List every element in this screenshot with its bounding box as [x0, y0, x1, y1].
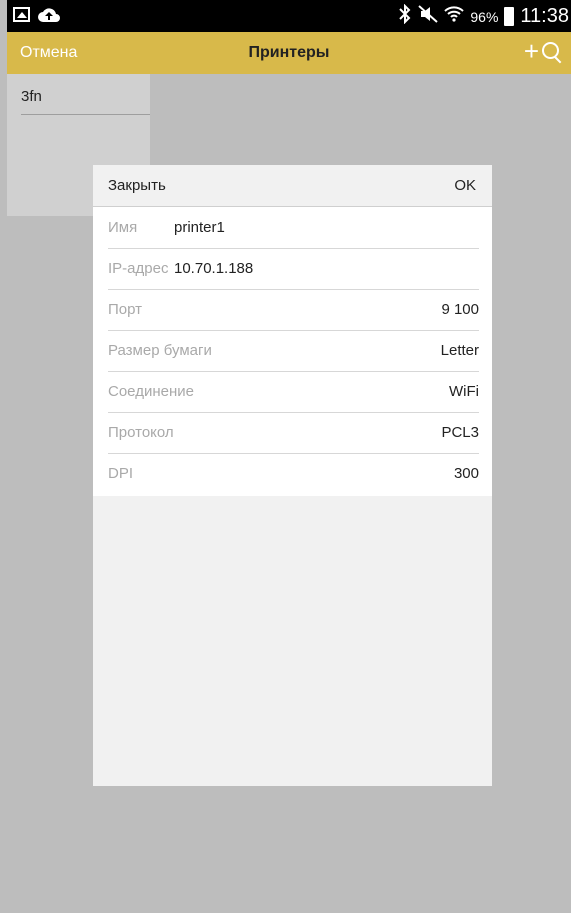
mute-icon [418, 5, 439, 28]
search-icon[interactable] [541, 38, 563, 60]
field-protocol-row[interactable]: Протокол PCL3 [108, 412, 479, 454]
toolbar-actions: + [524, 38, 563, 64]
bluetooth-icon [398, 3, 412, 29]
field-dpi-label: DPI [108, 465, 134, 482]
field-ip-row[interactable]: IP-адрес 10.70.1.188 [108, 248, 479, 290]
list-divider [21, 114, 150, 115]
page-title: Принтеры [248, 44, 330, 61]
printer-list-item[interactable]: 3fn [21, 88, 42, 105]
wifi-icon [444, 5, 465, 28]
clock: 11:38 [520, 5, 569, 27]
close-button[interactable]: Закрыть [108, 177, 166, 194]
field-paper-size-label: Размер бумаги [108, 342, 212, 359]
field-dpi-value[interactable]: 300 [454, 465, 479, 482]
field-name-label: Имя [108, 219, 138, 236]
field-name-input[interactable]: printer1 [174, 219, 225, 236]
status-bar-left [13, 7, 60, 28]
field-ip-label: IP-адрес [108, 260, 169, 277]
status-bar: 96% 11:38 [7, 0, 571, 32]
gallery-icon [13, 7, 30, 22]
printer-settings-dialog: Закрыть OK Имя printer1 IP-адрес 10.70.1… [93, 165, 492, 786]
cloud-upload-icon [38, 7, 60, 28]
field-name-row[interactable]: Имя printer1 [108, 207, 479, 249]
field-port-input[interactable]: 9 100 [441, 301, 479, 318]
battery-icon [504, 7, 515, 26]
dialog-header: Закрыть OK [93, 165, 492, 207]
field-connection-row[interactable]: Соединение WiFi [108, 371, 479, 413]
field-connection-value[interactable]: WiFi [449, 383, 479, 400]
battery-percent: 96% [470, 8, 499, 25]
field-connection-label: Соединение [108, 383, 194, 400]
field-paper-size-value[interactable]: Letter [441, 342, 479, 359]
toolbar: Отмена Принтеры + [7, 32, 571, 74]
field-port-row[interactable]: Порт 9 100 [108, 289, 479, 331]
field-port-label: Порт [108, 301, 143, 318]
field-paper-size-row[interactable]: Размер бумаги Letter [108, 330, 479, 372]
ok-button[interactable]: OK [454, 177, 476, 194]
field-dpi-row[interactable]: DPI 300 [108, 453, 479, 494]
field-protocol-value[interactable]: PCL3 [441, 424, 479, 441]
field-ip-input[interactable]: 10.70.1.188 [174, 260, 253, 277]
add-printer-button[interactable]: + [524, 38, 539, 64]
field-protocol-label: Протокол [108, 424, 174, 441]
status-bar-right: 96% 11:38 [398, 3, 569, 29]
dialog-fields: Имя printer1 IP-адрес 10.70.1.188 Порт 9… [93, 207, 492, 496]
